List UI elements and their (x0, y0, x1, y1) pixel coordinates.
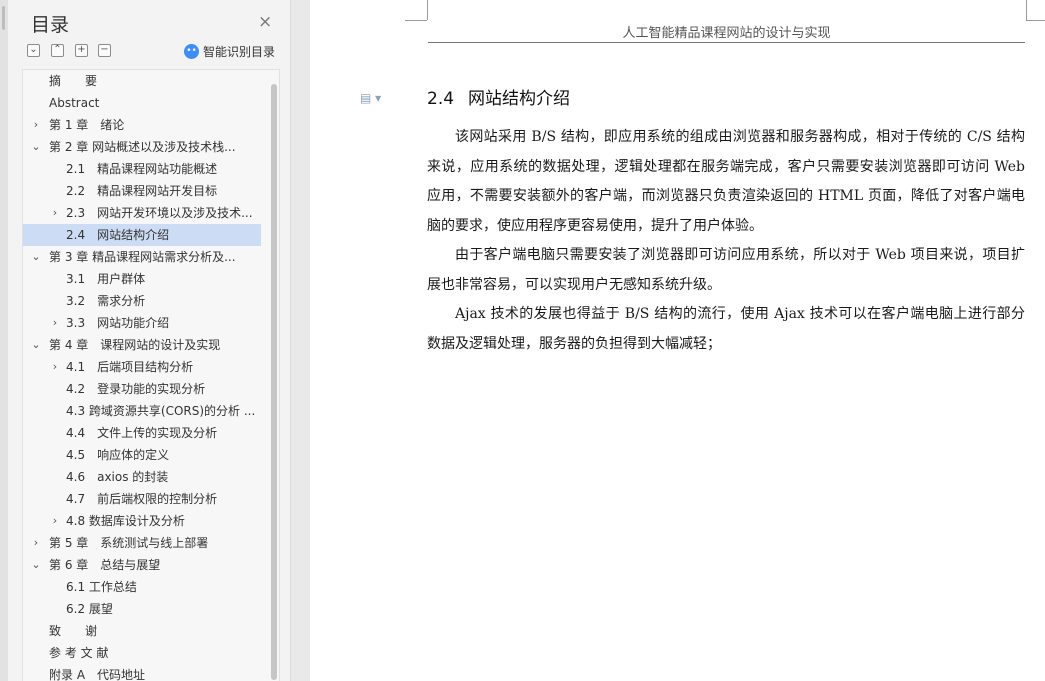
toc-item-label: 4.8 数据库设计及分析 (66, 514, 185, 528)
toc-item[interactable]: 4.6 axios 的封装 (23, 466, 261, 488)
close-icon[interactable]: × (258, 13, 272, 31)
toc-item-label: 2.2 精品课程网站开发目标 (66, 184, 218, 198)
toc-item-label: 3.2 需求分析 (66, 294, 146, 308)
header-divider (428, 42, 1025, 43)
toc-item-label: 4.5 响应体的定义 (66, 448, 170, 462)
toc-item[interactable]: Abstract (23, 92, 261, 114)
document-page[interactable]: 人工智能精品课程网站的设计与实现 ▤ ▾ 2.4 网站结构介绍 该网站采用 B/S… (310, 0, 1045, 681)
toc-item[interactable]: 致 谢 (23, 620, 261, 642)
toc-item[interactable]: 4.5 响应体的定义 (23, 444, 261, 466)
toc-item[interactable]: ⌄ 第 2 章 网站概述以及涉及技术栈... (23, 136, 261, 158)
toc-item-label: 4.2 登录功能的实现分析 (66, 382, 206, 396)
expand-all-button[interactable]: ⌄ (27, 44, 40, 57)
panel-resize-grip[interactable] (2, 6, 5, 30)
toc-scrollbar-thumb[interactable] (271, 84, 277, 680)
section-title: 网站结构介绍 (468, 89, 571, 109)
toc-list-container: 摘 要 Abstract › 第 1 章 绪论 ⌄ 第 2 章 网站概述以及涉及技术栈..… (22, 69, 280, 681)
toc-item[interactable]: › 4.1 后端项目结构分析 (23, 356, 261, 378)
toc-item[interactable]: 4.7 前后端权限的控制分析 (23, 488, 261, 510)
crop-mark (405, 20, 427, 21)
chevron-right-icon[interactable]: › (50, 202, 60, 224)
toc-item[interactable]: › 2.3 网站开发环境以及涉及技术... (23, 202, 261, 224)
toc-list: 摘 要 Abstract › 第 1 章 绪论 ⌄ 第 2 章 网站概述以及涉及技术栈..… (23, 70, 261, 681)
body-text[interactable]: 该网站采用 B/S 结构，即应用系统的组成由浏览器和服务器构成，相对于传统的 C… (427, 123, 1025, 359)
panel-left-edge (0, 0, 8, 681)
toc-item-label: 6.1 工作总结 (66, 580, 137, 594)
toc-item-label: 第 2 章 网站概述以及涉及技术栈... (49, 140, 236, 154)
toc-item-label: 4.7 前后端权限的控制分析 (66, 492, 218, 506)
toc-item-label: 第 1 章 绪论 (49, 118, 125, 132)
toc-item-label: 第 3 章 精品课程网站需求分析及... (49, 250, 236, 264)
toc-item[interactable]: 4.2 登录功能的实现分析 (23, 378, 261, 400)
smart-toc-button[interactable]: •• 智能识别目录 (184, 43, 275, 60)
section-heading[interactable]: 2.4 网站结构介绍 (427, 84, 570, 109)
chevron-down-icon[interactable]: ⌄ (31, 136, 41, 158)
toc-item-label: 附录 A 代码地址 (49, 668, 146, 681)
toc-item-label: 4.6 axios 的封装 (66, 470, 169, 484)
toc-item-label: 2.4 网站结构介绍 (66, 228, 170, 242)
toc-item-label: 参 考 文 献 (49, 646, 109, 660)
toc-item[interactable]: › 4.8 数据库设计及分析 (23, 510, 261, 532)
toc-item-label: 4.4 文件上传的实现及分析 (66, 426, 218, 440)
chevron-right-icon[interactable]: › (31, 532, 41, 554)
paragraph: Ajax 技术的发展也得益于 B/S 结构的流行，使用 Ajax 技术可以在客户… (427, 306, 1025, 352)
toc-item[interactable]: 参 考 文 献 (23, 642, 261, 664)
toc-scrollbar[interactable] (271, 74, 277, 680)
toc-item[interactable]: › 3.3 网站功能介绍 (23, 312, 261, 334)
remove-heading-button[interactable]: − (98, 44, 111, 57)
toc-item[interactable]: ⌄ 第 4 章 课程网站的设计及实现 (23, 334, 261, 356)
paragraph: 由于客户端电脑只需要安装了浏览器即可访问应用系统，所以对于 Web 项目来说，项… (427, 247, 1025, 293)
smart-toc-label: 智能识别目录 (203, 45, 276, 59)
crop-mark (1026, 0, 1027, 20)
crop-mark (427, 0, 428, 20)
toc-item-label: 2.3 网站开发环境以及涉及技术... (66, 206, 253, 220)
toc-item-label: 摘 要 (49, 74, 98, 88)
toc-item-label: Abstract (49, 96, 100, 110)
toc-item[interactable]: 6.1 工作总结 (23, 576, 261, 598)
toc-item[interactable]: 3.2 需求分析 (23, 290, 261, 312)
toc-item[interactable]: › 第 1 章 绪论 (23, 114, 261, 136)
collapse-all-button[interactable]: ⌃ (51, 44, 64, 57)
section-number: 2.4 (427, 89, 455, 109)
toc-item[interactable]: 3.1 用户群体 (23, 268, 261, 290)
page-gutter (291, 0, 310, 681)
toc-panel: 目录 × ⌄ ⌃ + − •• 智能识别目录 摘 要 Abstract › 第 1 章… (0, 0, 291, 681)
toc-item-label: 3.3 网站功能介绍 (66, 316, 170, 330)
toc-item[interactable]: 4.3 跨域资源共享(CORS)的分析 ... (23, 400, 261, 422)
toc-item[interactable]: 附录 A 代码地址 (23, 664, 261, 681)
toc-item[interactable]: › 第 5 章 系统测试与线上部署 (23, 532, 261, 554)
chevron-right-icon[interactable]: › (50, 312, 60, 334)
toc-item-label: 第 6 章 总结与展望 (49, 558, 161, 572)
toc-item-label: 第 5 章 系统测试与线上部署 (49, 536, 209, 550)
document-area: 人工智能精品课程网站的设计与实现 ▤ ▾ 2.4 网站结构介绍 该网站采用 B/S… (291, 0, 1045, 681)
toc-item-selected[interactable]: 2.4 网站结构介绍 (23, 224, 261, 246)
crop-mark (1026, 20, 1045, 21)
paragraph-style-icon[interactable]: ▤ ▾ (360, 91, 381, 105)
toc-item[interactable]: 4.4 文件上传的实现及分析 (23, 422, 261, 444)
toc-item-label: 第 4 章 课程网站的设计及实现 (49, 338, 221, 352)
toc-item-label: 6.2 展望 (66, 602, 113, 616)
page-header: 人工智能精品课程网站的设计与实现 (622, 26, 831, 41)
add-heading-button[interactable]: + (75, 44, 88, 57)
toc-title: 目录 (31, 14, 70, 36)
chevron-down-icon[interactable]: ⌄ (31, 334, 41, 356)
chevron-right-icon[interactable]: › (50, 356, 60, 378)
ai-icon: •• (184, 44, 199, 59)
toc-item-label: 2.1 精品课程网站功能概述 (66, 162, 218, 176)
toc-item[interactable]: ⌄ 第 3 章 精品课程网站需求分析及... (23, 246, 261, 268)
toc-item-label: 3.1 用户群体 (66, 272, 146, 286)
chevron-right-icon[interactable]: › (50, 510, 60, 532)
toc-item[interactable]: 摘 要 (23, 70, 261, 92)
toc-item-label: 4.1 后端项目结构分析 (66, 360, 194, 374)
toc-item[interactable]: 2.2 精品课程网站开发目标 (23, 180, 261, 202)
chevron-down-icon[interactable]: ⌄ (31, 246, 41, 268)
paragraph: 该网站采用 B/S 结构，即应用系统的组成由浏览器和服务器构成，相对于传统的 C… (427, 129, 1025, 234)
toc-item[interactable]: ⌄ 第 6 章 总结与展望 (23, 554, 261, 576)
toc-item[interactable]: 2.1 精品课程网站功能概述 (23, 158, 261, 180)
toc-item[interactable]: 6.2 展望 (23, 598, 261, 620)
toc-item-label: 4.3 跨域资源共享(CORS)的分析 ... (66, 404, 256, 418)
chevron-down-icon[interactable]: ⌄ (31, 554, 41, 576)
toc-item-label: 致 谢 (49, 624, 98, 638)
chevron-right-icon[interactable]: › (31, 114, 41, 136)
